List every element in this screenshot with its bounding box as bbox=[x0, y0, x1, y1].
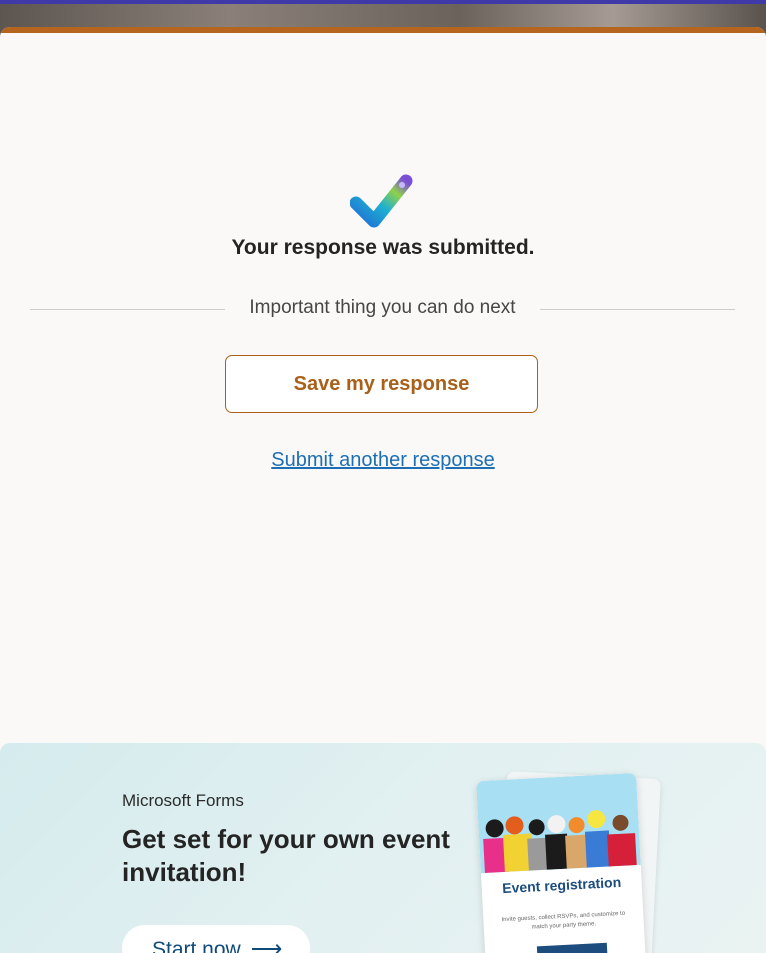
card-accent-bar bbox=[0, 27, 766, 33]
event-card-subtitle: Invite guests, collect RSVPs, and custom… bbox=[501, 910, 626, 931]
submit-another-link[interactable]: Submit another response bbox=[0, 449, 766, 472]
start-now-button[interactable]: Start now ⟶ bbox=[122, 925, 310, 953]
start-now-label: Start now bbox=[152, 938, 241, 953]
arrow-right-icon: ⟶ bbox=[250, 936, 283, 953]
promo-headline: Get set for your own event invitation! bbox=[122, 824, 450, 887]
event-template-card[interactable]: Event registration Invite guests, collec… bbox=[476, 772, 646, 953]
divider-label: Important thing you can do next bbox=[249, 297, 516, 318]
submitted-title: Your response was submitted. bbox=[231, 236, 535, 259]
event-card-title: Event registration bbox=[501, 873, 622, 897]
promo-banner: Microsoft Forms Get set for your own eve… bbox=[0, 743, 766, 953]
promo-brand: Microsoft Forms bbox=[122, 791, 244, 810]
checkmark-icon bbox=[350, 174, 413, 228]
people-illustration bbox=[476, 772, 641, 874]
next-steps-divider: Important thing you can do next bbox=[30, 295, 735, 325]
save-response-button[interactable]: Save my response bbox=[225, 355, 538, 413]
divider-line-right bbox=[540, 309, 735, 310]
event-card-button bbox=[536, 942, 608, 953]
